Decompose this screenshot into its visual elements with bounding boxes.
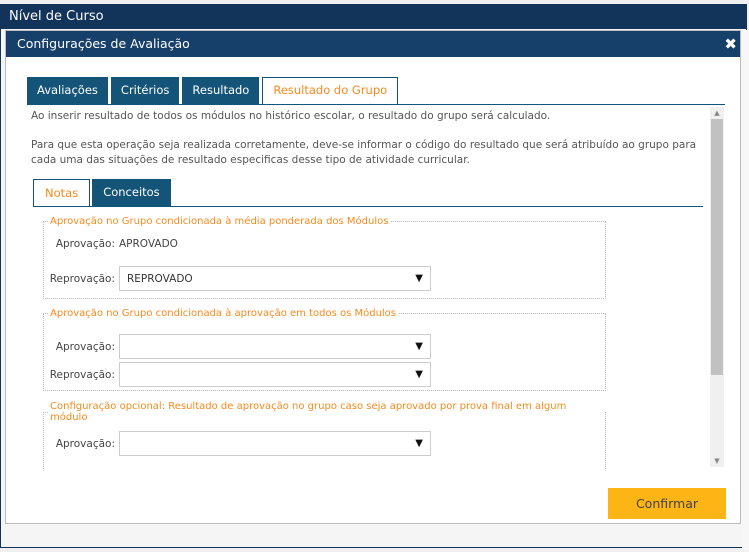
tab-resultado[interactable]: Resultado [182, 77, 260, 104]
dropdown-arrow-icon: ▼ [415, 273, 423, 284]
intro-text: Ao inserir resultado de todos os módulos… [31, 110, 551, 122]
reprovacao-label: Reprovação: [49, 368, 115, 381]
tab-criterios[interactable]: Critérios [110, 77, 180, 104]
aprovacao-label: Aprovação: [55, 340, 115, 353]
scroll-up-icon[interactable]: ▲ [710, 107, 724, 119]
dropdown-arrow-icon: ▼ [415, 369, 423, 380]
dialog-footer [5, 526, 741, 546]
dropdown-arrow-icon: ▼ [415, 341, 423, 352]
dropdown-arrow-icon: ▼ [415, 438, 423, 449]
close-icon[interactable]: ✖ [724, 31, 737, 57]
scroll-thumb[interactable] [711, 119, 723, 375]
tab-content: Ao inserir resultado de todos os módulos… [27, 105, 725, 469]
aprovacao-row: Aprovação: ▼ [47, 334, 431, 359]
reprovacao-row: Reprovação: REPROVADO ▼ [47, 266, 431, 291]
sub-tabs: Notas Conceitos [33, 179, 171, 206]
tab-notas[interactable]: Notas [33, 179, 91, 206]
window-title: Nível de Curso [1, 5, 746, 29]
reprovacao-row: Reprovação: ▼ [47, 362, 431, 387]
dialog-header: Configurações de Avaliação ✖ [6, 31, 740, 57]
confirm-button[interactable]: Confirmar [608, 488, 726, 519]
background-strip [742, 30, 749, 550]
aprovacao-select[interactable]: ▼ [119, 431, 431, 456]
instructions-text: Para que esta operação seja realizada co… [31, 139, 697, 166]
tab-avaliacoes[interactable]: Avaliações [27, 77, 108, 104]
group-legend: Aprovação no Grupo condicionada à média … [50, 216, 389, 227]
aprovacao-select[interactable]: ▼ [119, 334, 431, 359]
aprovacao-label: Aprovação: [55, 238, 115, 250]
tab-resultado-do-grupo[interactable]: Resultado do Grupo [262, 77, 399, 104]
tab-conceitos[interactable]: Conceitos [92, 179, 171, 206]
main-tabs: Avaliações Critérios Resultado Resultado… [27, 77, 399, 104]
aprovacao-label: Aprovação: [55, 437, 115, 450]
dialog-title: Configurações de Avaliação [17, 36, 190, 51]
aprovacao-value: APROVADO [119, 238, 178, 250]
scrollbar[interactable]: ▲ ▼ [710, 107, 724, 467]
aprovacao-row: Aprovação: ▼ [47, 431, 431, 456]
subtab-divider [33, 206, 703, 207]
reprovacao-select[interactable]: REPROVADO ▼ [119, 266, 431, 291]
scroll-down-icon[interactable]: ▼ [710, 455, 724, 467]
group-legend: Configuração opcional: Resultado de apro… [50, 401, 567, 423]
group-legend: Aprovação no Grupo condicionada à aprova… [50, 308, 397, 319]
dialog: Configurações de Avaliação ✖ Avaliações … [5, 30, 741, 524]
reprovacao-select[interactable]: ▼ [119, 362, 431, 387]
aprovacao-row: Aprovação: APROVADO [47, 238, 178, 250]
selected-value: REPROVADO [127, 272, 193, 285]
reprovacao-label: Reprovação: [49, 272, 115, 285]
